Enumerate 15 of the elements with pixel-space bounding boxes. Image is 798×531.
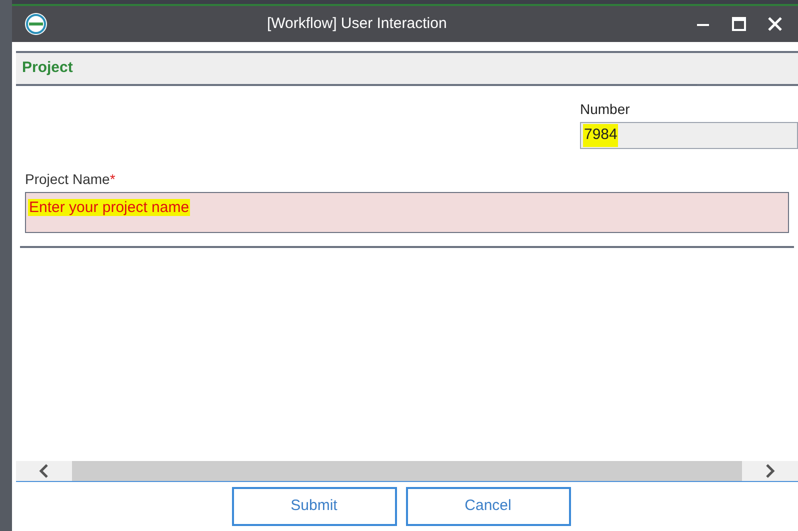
section-title: Project [22, 58, 73, 78]
project-name-field[interactable]: Enter your project name [25, 192, 789, 233]
chevron-right-icon[interactable] [764, 464, 776, 478]
chevron-left-icon[interactable] [38, 464, 50, 478]
maximize-icon[interactable] [732, 17, 746, 31]
app-logo-icon [24, 12, 48, 36]
field-label: Project Name* [25, 170, 116, 189]
field-label: Number [580, 100, 631, 119]
close-icon[interactable] [768, 17, 782, 31]
placeholder-text: Enter your project name [28, 199, 190, 216]
dialog-button[interactable]: Submit [232, 487, 396, 526]
dialog-button[interactable]: Cancel [406, 487, 570, 526]
number-field[interactable]: 7984 [580, 122, 798, 149]
field-value: 7984 [583, 124, 618, 147]
window-title: [Workflow] User Interaction [267, 14, 447, 34]
